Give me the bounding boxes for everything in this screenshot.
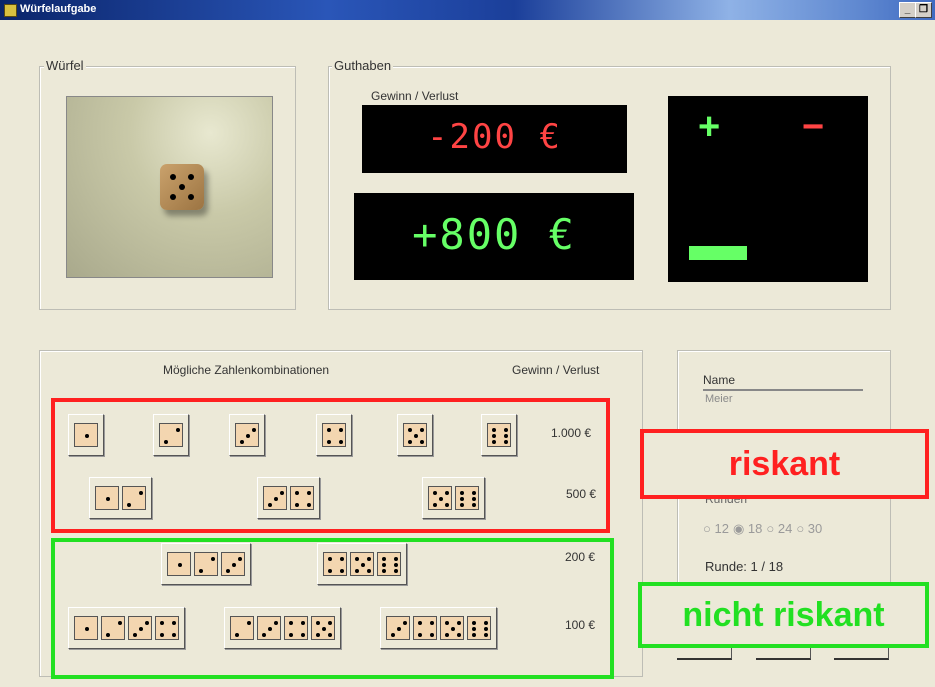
wuerfel-group-label: Würfel	[44, 58, 86, 73]
radio-30[interactable]: ○ 30	[796, 521, 822, 537]
name-field-value: Meier	[705, 393, 733, 405]
title-bar	[0, 0, 935, 20]
radio-12[interactable]: ○ 12	[703, 521, 729, 537]
safe-label: nicht riskant	[682, 595, 885, 634]
minus-icon: −	[802, 106, 825, 148]
guthaben-group-label: Guthaben	[332, 58, 394, 73]
risky-highlight-box	[51, 398, 610, 533]
minimize-button[interactable]: _	[899, 2, 916, 18]
name-field[interactable]: Meier	[703, 389, 863, 411]
balance-value: +800 €	[412, 210, 576, 259]
gewinn-verlust-caption: Gewinn / Verlust	[371, 89, 459, 103]
dice-image	[160, 164, 204, 210]
risky-label: riskant	[728, 444, 841, 483]
loss-value: -200 €	[427, 117, 562, 157]
current-round-text: Runde: 1 / 18	[705, 559, 784, 574]
gain-bar-indicator	[689, 246, 747, 260]
plus-icon: +	[698, 106, 721, 148]
kombinationen-header: Mögliche Zahlenkombinationen	[163, 363, 330, 377]
risky-label-box: riskant	[640, 429, 929, 499]
radio-18[interactable]: ◉ 18	[733, 521, 762, 537]
gewinn-verlust-header: Gewinn / Verlust	[512, 363, 600, 377]
safe-highlight-box	[51, 538, 614, 679]
app-icon	[4, 4, 17, 17]
restore-button[interactable]: ❐	[915, 2, 932, 18]
rounds-radio-group: ○ 12 ◉ 18 ○ 24 ○ 30	[703, 521, 822, 537]
safe-label-box: nicht riskant	[638, 582, 929, 648]
window-title: Würfelaufgabe	[20, 3, 97, 15]
name-label: Name	[703, 373, 736, 387]
radio-24[interactable]: ○ 24	[766, 521, 792, 537]
